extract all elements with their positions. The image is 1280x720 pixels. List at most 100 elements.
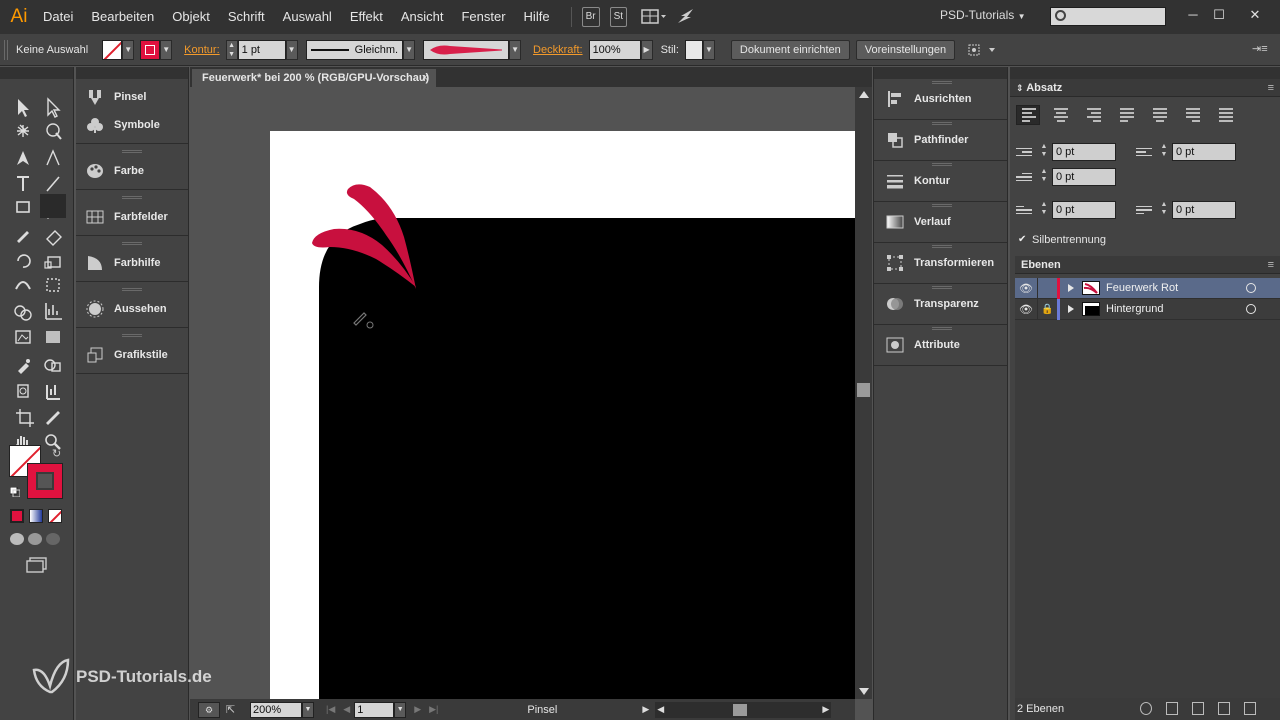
selection-tool-icon[interactable] (10, 97, 36, 121)
first-line-indent-stepper[interactable]: ▲ ▼ (1038, 168, 1050, 186)
left-indent-stepper[interactable]: ▲ ▼ (1038, 143, 1050, 161)
control-bar-grip[interactable] (4, 39, 8, 60)
gpu-preview-icon[interactable]: ⚙ (198, 701, 220, 718)
screen-mode-icon[interactable] (26, 557, 48, 573)
fill-dropdown[interactable]: ▼ (122, 39, 135, 60)
panel-options-toggle[interactable]: ⇕ (1016, 83, 1024, 93)
space-before-stepper[interactable]: ▲ ▼ (1038, 201, 1050, 219)
fill-swatch[interactable] (102, 39, 123, 60)
justify-last-right-icon[interactable] (1181, 105, 1205, 125)
symbol-sprayer-tool-icon[interactable] (10, 367, 36, 391)
artboard-field[interactable]: 1 (354, 701, 395, 718)
gradient-mode-icon[interactable] (29, 509, 43, 523)
preferences-button[interactable]: Voreinstellungen (855, 39, 956, 60)
dock-header-absatz[interactable] (1010, 67, 1280, 79)
layer-row-hintergrund[interactable]: 👁 🔒 Hintergrund (1015, 298, 1280, 320)
opacity-slider-toggle[interactable]: ▶ (640, 39, 653, 60)
menu-hilfe[interactable]: Hilfe (515, 0, 559, 34)
free-transform-tool-icon[interactable] (40, 267, 66, 291)
draw-behind-icon[interactable] (28, 533, 42, 545)
stroke-panel-link[interactable]: Kontur: (184, 44, 219, 56)
menu-schrift[interactable]: Schrift (219, 0, 274, 34)
delete-layer-icon[interactable] (1244, 702, 1256, 715)
hand-tool-icon[interactable] (10, 417, 36, 441)
variable-width-profile[interactable]: Gleichm. (305, 39, 404, 60)
magic-wand-tool-icon[interactable] (10, 121, 36, 145)
pencil-tool-icon[interactable] (10, 219, 36, 243)
vertical-scroll-thumb[interactable] (857, 383, 870, 397)
stroke-weight-field[interactable]: 1 pt (237, 39, 286, 60)
scroll-left-icon[interactable]: ◀ (657, 704, 664, 715)
column-graph-tool-icon[interactable] (40, 367, 66, 391)
artboard-tool-icon[interactable] (10, 391, 36, 415)
stroke-weight-dropdown[interactable]: ▼ (285, 39, 298, 60)
isolation-icon[interactable] (965, 40, 999, 60)
graphic-style-dropdown[interactable]: ▼ (702, 39, 715, 60)
lasso-tool-icon[interactable] (40, 121, 66, 145)
horizontal-scroll-thumb[interactable] (733, 703, 748, 716)
brush-definition[interactable] (423, 39, 510, 60)
default-fill-stroke-icon[interactable] (9, 486, 21, 498)
new-sublayer-icon[interactable] (1192, 702, 1204, 715)
menu-ansicht[interactable]: Ansicht (392, 0, 453, 34)
draw-normal-icon[interactable] (10, 533, 24, 545)
locate-object-icon[interactable] (1140, 702, 1152, 715)
tools-panel-header[interactable] (0, 67, 73, 79)
first-line-indent-field[interactable]: 0 pt (1052, 168, 1116, 186)
target-circle-icon[interactable] (1246, 283, 1256, 293)
space-after-field[interactable]: 0 pt (1172, 201, 1236, 219)
swap-fill-stroke-icon[interactable]: ↻ (52, 447, 61, 460)
panel-ausrichten[interactable]: Ausrichten (874, 79, 1007, 120)
panel-pathfinder[interactable]: Pathfinder (874, 120, 1007, 161)
right-indent-stepper[interactable]: ▲ ▼ (1158, 143, 1170, 161)
scroll-up-icon[interactable] (859, 91, 869, 98)
opacity-field[interactable]: 100% (588, 39, 641, 60)
layer-name[interactable]: Hintergrund (1106, 303, 1163, 315)
space-before-field[interactable]: 0 pt (1052, 201, 1116, 219)
eyedropper-tool-icon[interactable] (10, 341, 36, 365)
eraser-tool-icon[interactable] (40, 219, 66, 243)
panel-pinsel[interactable]: Pinsel (76, 83, 188, 111)
document-setup-button[interactable]: Dokument einrichten (730, 39, 850, 60)
align-center-icon[interactable] (1049, 105, 1073, 125)
gradient-tool-icon[interactable] (40, 317, 66, 341)
zoom-field[interactable]: 200% (250, 701, 302, 718)
status-menu-icon[interactable]: ▶ (642, 704, 649, 715)
left-indent-field[interactable]: 0 pt (1052, 143, 1116, 161)
draw-inside-icon[interactable] (46, 533, 60, 545)
panel-farbe[interactable]: Farbe (76, 157, 188, 185)
visibility-eye-icon[interactable]: 👁 (1015, 303, 1037, 316)
close-document-icon[interactable]: × (422, 69, 428, 87)
brush-dropdown[interactable]: ▼ (509, 39, 522, 60)
panel-transformieren[interactable]: Transformieren (874, 243, 1007, 284)
panel-kontur[interactable]: Kontur (874, 161, 1007, 202)
scroll-down-icon[interactable] (859, 688, 869, 695)
direct-selection-tool-icon[interactable] (40, 97, 66, 121)
layer-name[interactable]: Feuerwerk Rot (1106, 282, 1178, 294)
help-search-input[interactable] (1050, 7, 1166, 26)
share-icon[interactable]: ⇱ (226, 702, 244, 718)
panel-verlauf[interactable]: Verlauf (874, 202, 1007, 243)
stroke-weight-stepper[interactable]: ▲ ▼ (225, 39, 238, 60)
paintbrush-tool-icon[interactable] (40, 194, 66, 218)
horizontal-scrollbar[interactable]: ◀ ▶ (655, 701, 832, 718)
graph-tool-icon[interactable] (40, 292, 66, 316)
align-right-icon[interactable] (1082, 105, 1106, 125)
none-mode-icon[interactable] (48, 509, 62, 523)
layers-menu-icon[interactable]: ≡ (1268, 256, 1274, 274)
menu-fenster[interactable]: Fenster (452, 0, 514, 34)
scale-tool-icon[interactable] (40, 243, 66, 267)
arrange-documents-icon[interactable] (641, 7, 667, 27)
justify-last-left-icon[interactable] (1115, 105, 1139, 125)
panel-symbole[interactable]: Symbole (76, 111, 188, 139)
new-layer-icon[interactable] (1218, 702, 1230, 715)
panel-transparenz[interactable]: Transparenz (874, 284, 1007, 325)
line-tool-icon[interactable] (40, 170, 66, 194)
minimize-icon[interactable]: ─ (1180, 5, 1206, 25)
expand-layer-icon[interactable] (1068, 284, 1074, 292)
space-after-stepper[interactable]: ▲ ▼ (1158, 201, 1170, 219)
color-mode-icon[interactable] (10, 509, 24, 523)
zoom-tool-icon[interactable] (40, 417, 66, 441)
stroke-dropdown[interactable]: ▼ (160, 39, 173, 60)
type-tool-icon[interactable] (10, 170, 36, 194)
